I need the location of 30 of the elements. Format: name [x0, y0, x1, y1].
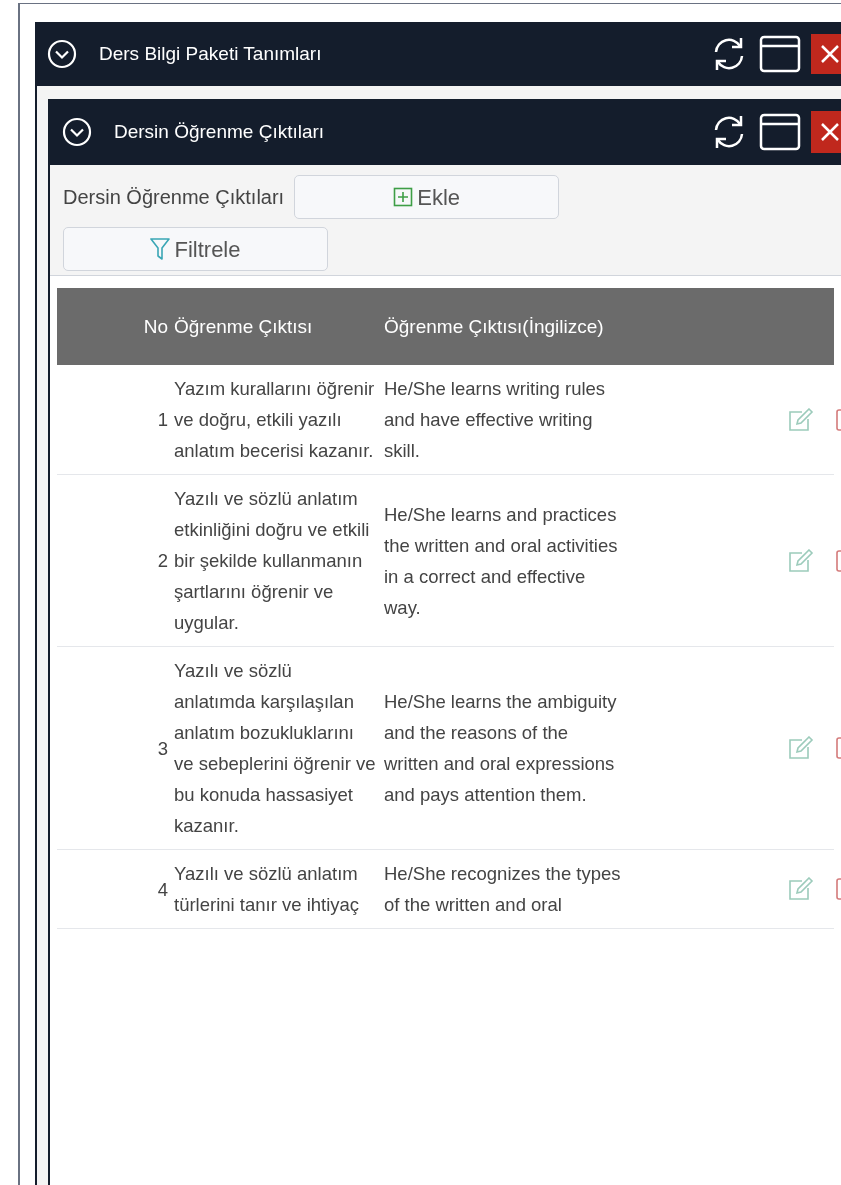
- filter-icon: [150, 237, 171, 261]
- collapse-icon[interactable]: [47, 39, 77, 69]
- table-cell-text: 2: [157, 549, 169, 573]
- table-cell-text: Yazım kurallarını öğrenir ve doğru, etkili yazılı anlatım becerisi kazanır.: [174, 377, 376, 463]
- table-cell-text: He/She learns the ambiguity and the reasons of the written and oral expressions and pays attention them.: [384, 690, 618, 807]
- table-cell-text: He/She recognizes the types of the written and oral: [384, 862, 622, 917]
- window-title: Ders Bilgi Paketi Tanımları: [99, 41, 323, 66]
- close-button[interactable]: [811, 111, 841, 153]
- plus-square-icon: [393, 187, 414, 207]
- maximize-icon[interactable]: [759, 35, 801, 73]
- add-button[interactable]: Ekle: [294, 175, 560, 219]
- table-cell-text: 3: [157, 736, 169, 761]
- table-cell-text: Yazılı ve sözlü anlatım türlerini tanır ve ihtiyaç: [174, 862, 361, 917]
- table-cell-text: He/She learns writing rules and have effective writing skill.: [384, 377, 607, 463]
- collapse-icon[interactable]: [62, 117, 92, 147]
- window-title: Dersin Öğrenme Çıktıları: [114, 119, 326, 144]
- column-header[interactable]: Öğrenme Çıktısı(İngilizce): [384, 314, 634, 339]
- toolbar-label: Dersin Öğrenme Çıktıları: [63, 185, 285, 210]
- table-cell-text: He/She learns and practices the written and oral activities in a correct and effective way.: [384, 502, 619, 620]
- maximize-icon[interactable]: [759, 113, 801, 151]
- table-cell-text: Yazılı ve sözlü anlatımda karşılaşılan anlatım bozukluklarını ve sebeplerini öğrenir ve bu konuda hassasiyet kazanır.: [174, 659, 377, 838]
- table-cell-text: Yazılı ve sözlü anlatım etkinliğini doğru ve etkili bir şekilde kullanmanın şartlarını öğrenir ve uygular.: [174, 487, 371, 635]
- column-header[interactable]: Öğrenme Çıktısı: [174, 314, 384, 339]
- close-button[interactable]: [811, 34, 841, 74]
- table-cell-text: 1: [157, 408, 169, 432]
- table-cell-text: 4: [157, 877, 169, 902]
- filter-button[interactable]: Filtrele: [63, 227, 328, 271]
- close-icon: [820, 122, 841, 142]
- close-icon: [820, 44, 841, 64]
- column-header[interactable]: No: [143, 314, 174, 339]
